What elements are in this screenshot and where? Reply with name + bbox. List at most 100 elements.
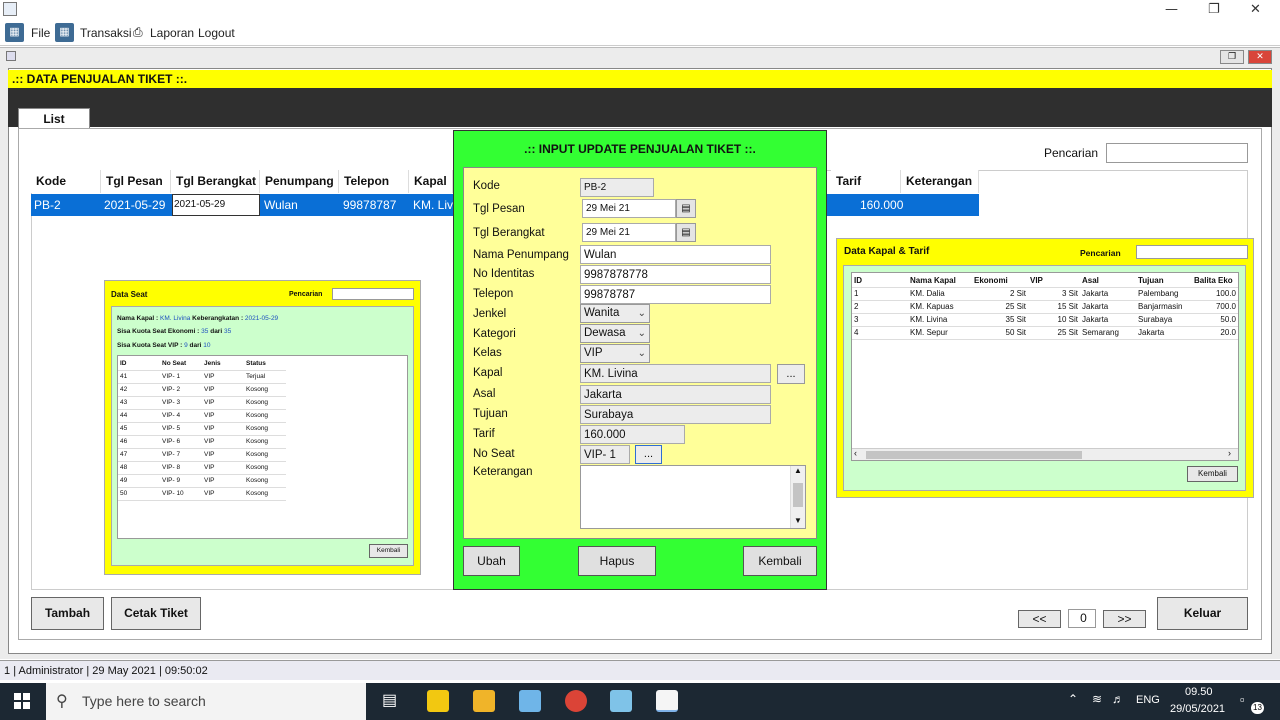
table-row[interactable]: 2 KM. Kapuas 25 Sit 15 Sit Jakarta Banjarmasi…: [852, 300, 1238, 314]
table-row[interactable]: 43 VIP- 3 VIP Kosong: [118, 396, 286, 410]
java-icon[interactable]: [656, 690, 678, 712]
seat-jenis: VIP: [202, 383, 244, 397]
tambah-button[interactable]: Tambah: [31, 597, 104, 630]
vscroll[interactable]: ▲ ▼: [790, 466, 805, 528]
kapal-col-balita[interactable]: Balita Eko: [1192, 274, 1238, 288]
pilih-kapal-button[interactable]: ...: [777, 364, 805, 384]
language-indicator[interactable]: ENG: [1136, 694, 1160, 706]
menu-laporan[interactable]: Laporan: [150, 26, 194, 40]
keluar-button[interactable]: Keluar: [1157, 597, 1248, 630]
chevron-up-icon[interactable]: ⌃: [1068, 692, 1078, 706]
telepon-field[interactable]: 99878787: [580, 285, 771, 304]
col-tgl-berangkat[interactable]: Tgl Berangkat: [171, 170, 260, 193]
no-identitas-field[interactable]: 9987878778: [580, 265, 771, 284]
cetak-tiket-button[interactable]: Cetak Tiket: [111, 597, 201, 630]
table-row[interactable]: 49 VIP- 9 VIP Kosong: [118, 474, 286, 488]
clock-date[interactable]: 29/05/2021: [1170, 703, 1225, 715]
3d-viewer-icon[interactable]: [519, 690, 541, 712]
pilih-seat-button[interactable]: ...: [635, 445, 662, 464]
menu-file[interactable]: File: [31, 26, 50, 40]
table-row[interactable]: 47 VIP- 7 VIP Kosong: [118, 448, 286, 462]
hscroll-thumb[interactable]: [866, 451, 1082, 459]
table-row[interactable]: 48 VIP- 8 VIP Kosong: [118, 461, 286, 475]
hapus-button[interactable]: Hapus: [578, 546, 656, 576]
vscroll-thumb[interactable]: [793, 483, 803, 507]
tab-list[interactable]: List: [18, 108, 90, 129]
table-row[interactable]: 41 VIP- 1 VIP Terjual: [118, 370, 286, 384]
chrome-icon[interactable]: [565, 690, 587, 712]
file-explorer-icon[interactable]: [473, 690, 495, 712]
col-penumpang[interactable]: Penumpang: [260, 170, 339, 193]
prev-page-button[interactable]: <<: [1018, 610, 1061, 628]
notification-icon[interactable]: ▫: [1240, 692, 1245, 707]
keterangan-textarea[interactable]: ▲ ▼: [580, 465, 806, 529]
minimize-icon[interactable]: —: [1165, 2, 1178, 17]
nama-penumpang-field[interactable]: Wulan: [580, 245, 771, 264]
data-seat-search-input[interactable]: [332, 288, 414, 300]
ubah-button[interactable]: Ubah: [463, 546, 520, 576]
vip-dari: dari: [189, 342, 202, 349]
table-row[interactable]: 45 VIP- 5 VIP Kosong: [118, 422, 286, 436]
dialog-title: .:: INPUT UPDATE PENJUALAN TIKET ::.: [524, 142, 756, 156]
kapal-col-asal[interactable]: Asal: [1080, 274, 1136, 288]
col-tarif[interactable]: Tarif: [831, 170, 901, 193]
table-row[interactable]: 4 KM. Sepur 50 Sit 25 Sit Semarang Jakarta 20.…: [852, 326, 1238, 340]
col-kode[interactable]: Kode: [31, 170, 101, 193]
col-telepon[interactable]: Telepon: [339, 170, 409, 193]
data-kapal-hscroll[interactable]: ‹ ›: [852, 448, 1238, 460]
calendar-icon[interactable]: ▤: [676, 199, 696, 218]
kapal-col-vip[interactable]: VIP: [1028, 274, 1080, 288]
kapal-col-id[interactable]: ID: [852, 274, 908, 288]
menu-logout[interactable]: Logout: [198, 26, 235, 40]
col-tgl-pesan[interactable]: Tgl Pesan: [101, 170, 171, 193]
taskbar-search-input[interactable]: Type here to search: [46, 683, 366, 720]
menu-transaksi[interactable]: Transaksi: [80, 26, 132, 40]
kategori-select[interactable]: Dewasa ⌄: [580, 324, 650, 343]
wifi-icon[interactable]: ≋: [1092, 692, 1102, 706]
seat-jenis: VIP: [202, 448, 244, 462]
table-row[interactable]: 50 VIP- 10 VIP Kosong: [118, 487, 286, 501]
tgl-berangkat-field[interactable]: 29 Mei 21: [582, 223, 676, 242]
kapal-col-nama[interactable]: Nama Kapal: [908, 274, 972, 288]
clock-time[interactable]: 09.50: [1185, 686, 1213, 698]
table-row[interactable]: 46 VIP- 6 VIP Kosong: [118, 435, 286, 449]
frame-restore-button[interactable]: ❐: [1220, 50, 1244, 64]
col-keterangan[interactable]: Keterangan: [901, 170, 979, 193]
seat-col-no[interactable]: No Seat: [160, 357, 202, 371]
table-row[interactable]: 1 KM. Dalia 2 Sit 3 Sit Jakarta Palembang 100.…: [852, 287, 1238, 301]
close-icon[interactable]: ✕: [1250, 2, 1261, 17]
task-view-icon[interactable]: ▤: [382, 690, 397, 710]
volume-icon[interactable]: ♬: [1112, 692, 1124, 706]
kapal-col-ekonomi[interactable]: Ekonomi: [972, 274, 1028, 288]
restore-icon[interactable]: ❐: [1208, 2, 1220, 17]
windows-start-icon[interactable]: [14, 693, 30, 709]
table-row[interactable]: 44 VIP- 4 VIP Kosong: [118, 409, 286, 423]
seat-col-status[interactable]: Status: [244, 357, 286, 371]
frame-close-button[interactable]: ✕: [1248, 50, 1272, 64]
data-kapal-kembali-button[interactable]: Kembali: [1187, 466, 1238, 482]
table-row[interactable]: 3 KM. Livina 35 Sit 10 Sit Jakarta Surabaya 50…: [852, 313, 1238, 327]
kapal-col-tujuan[interactable]: Tujuan: [1136, 274, 1192, 288]
sticky-notes-icon[interactable]: [427, 690, 449, 712]
calendar-icon[interactable]: ▤: [676, 223, 696, 242]
notepad-icon[interactable]: [610, 690, 632, 712]
table-row[interactable]: 42 VIP- 2 VIP Kosong: [118, 383, 286, 397]
jenkel-select[interactable]: Wanita ⌄: [580, 304, 650, 323]
data-seat-kembali-button[interactable]: Kembali: [369, 544, 408, 558]
next-page-button[interactable]: >>: [1103, 610, 1146, 628]
col-kapal[interactable]: Kapal: [409, 170, 453, 193]
scroll-up-icon[interactable]: ▲: [794, 466, 802, 475]
scroll-down-icon[interactable]: ▼: [794, 516, 802, 525]
seat-col-jenis[interactable]: Jenis: [202, 357, 244, 371]
kembali-button[interactable]: Kembali: [743, 546, 817, 576]
data-kapal-search-input[interactable]: [1136, 245, 1248, 259]
scroll-left-icon[interactable]: ‹: [854, 448, 857, 458]
label-no-seat: No Seat: [473, 448, 515, 460]
scroll-right-icon[interactable]: ›: [1228, 448, 1231, 458]
search-input[interactable]: [1106, 143, 1248, 163]
kelas-select[interactable]: VIP ⌄: [580, 344, 650, 363]
tgl-pesan-field[interactable]: 29 Mei 21: [582, 199, 676, 218]
seat-col-id[interactable]: ID: [118, 357, 160, 371]
cell-tgl-berangkat-editor[interactable]: 2021-05-29: [172, 194, 260, 216]
page-number-field[interactable]: 0: [1068, 609, 1096, 628]
